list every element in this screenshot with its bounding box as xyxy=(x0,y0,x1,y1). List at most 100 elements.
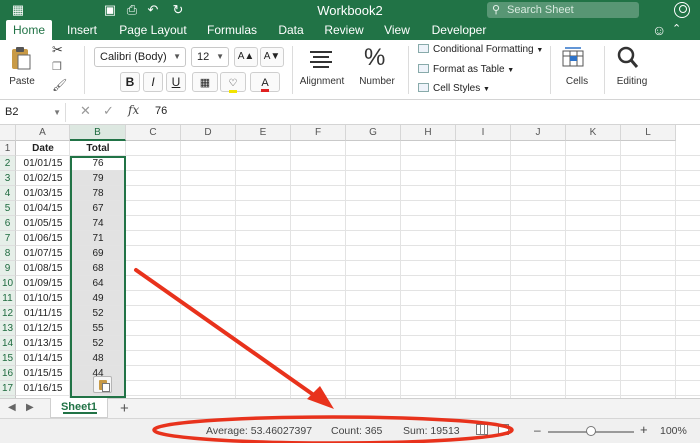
column-header-b[interactable]: B xyxy=(70,125,126,141)
tab-formulas[interactable]: Formulas xyxy=(203,20,261,40)
cells-label[interactable]: Cells xyxy=(560,76,594,87)
row-header[interactable]: 5 xyxy=(0,201,16,216)
row-header[interactable]: 6 xyxy=(0,216,16,231)
cell-a[interactable]: 01/06/15 xyxy=(16,231,70,246)
cell-b[interactable]: Total xyxy=(70,141,126,156)
row-header[interactable]: 8 xyxy=(0,246,16,261)
row-header[interactable]: 13 xyxy=(0,321,16,336)
sheet-tab[interactable]: Sheet1 xyxy=(50,398,108,418)
user-icon[interactable] xyxy=(674,2,690,18)
tab-developer[interactable]: Developer xyxy=(426,20,492,40)
column-header-f[interactable]: F xyxy=(291,125,346,141)
paste-options-icon[interactable] xyxy=(93,376,112,393)
cut-icon[interactable]: ✂ xyxy=(52,42,63,58)
page-layout-view-icon[interactable] xyxy=(498,424,509,435)
format-painter-icon[interactable]: 🖌 xyxy=(52,78,67,92)
alignment-icon[interactable] xyxy=(310,50,332,68)
row-header[interactable]: 4 xyxy=(0,186,16,201)
cell-a[interactable]: 01/08/15 xyxy=(16,261,70,276)
fill-color-button[interactable]: ♡ xyxy=(220,72,246,93)
row-header[interactable]: 7 xyxy=(0,231,16,246)
spreadsheet-grid[interactable]: Date Total 01/01/15 76 01/02/15 79 01/03/15 78 0… xyxy=(0,125,700,398)
editing-label[interactable]: Editing xyxy=(612,76,652,87)
conditional-formatting-button[interactable]: Conditional Formatting ▼ xyxy=(418,44,543,55)
cell-a[interactable]: 01/03/15 xyxy=(16,186,70,201)
cell-a[interactable]: Date xyxy=(16,141,70,156)
cell-a[interactable]: 01/13/15 xyxy=(16,336,70,351)
column-header-j[interactable]: J xyxy=(511,125,566,141)
zoom-in-icon[interactable]: + xyxy=(640,422,648,437)
tab-review[interactable]: Review xyxy=(320,20,368,40)
smiley-icon[interactable]: ☺ xyxy=(652,22,666,38)
tab-data[interactable]: Data xyxy=(274,20,308,40)
row-header[interactable]: 16 xyxy=(0,366,16,381)
column-header-g[interactable]: G xyxy=(346,125,401,141)
cancel-icon[interactable]: ✕ xyxy=(80,103,91,119)
add-sheet-icon[interactable]: + xyxy=(120,400,129,417)
row-header[interactable]: 12 xyxy=(0,306,16,321)
collapse-ribbon-icon[interactable]: ⌃ xyxy=(672,22,681,35)
underline-button[interactable]: U xyxy=(166,72,186,92)
column-header-d[interactable]: D xyxy=(181,125,236,141)
cell-a[interactable]: 01/10/15 xyxy=(16,291,70,306)
format-as-table-button[interactable]: Format as Table ▼ xyxy=(418,64,514,75)
column-header-k[interactable]: K xyxy=(566,125,621,141)
next-sheet-icon[interactable]: ▶ xyxy=(26,402,34,413)
percent-icon[interactable]: % xyxy=(364,44,385,72)
italic-button[interactable]: I xyxy=(143,72,163,92)
column-header-h[interactable]: H xyxy=(401,125,456,141)
column-header-a[interactable]: A xyxy=(16,125,70,141)
shrink-font-button[interactable]: A▼ xyxy=(260,47,284,67)
row-header[interactable]: 17 xyxy=(0,381,16,396)
zoom-slider-handle[interactable] xyxy=(586,426,596,436)
row-header[interactable]: 3 xyxy=(0,171,16,186)
cell-a[interactable]: 01/09/15 xyxy=(16,276,70,291)
grow-font-button[interactable]: A▲ xyxy=(234,47,258,67)
cell-styles-button[interactable]: Cell Styles ▼ xyxy=(418,83,490,94)
column-header-l[interactable]: L xyxy=(621,125,676,141)
paste-icon[interactable] xyxy=(10,46,32,72)
cell-a[interactable]: 01/15/15 xyxy=(16,366,70,381)
normal-view-icon[interactable] xyxy=(476,424,488,435)
search-box[interactable]: ⚲ Search Sheet xyxy=(487,2,639,18)
row-header[interactable]: 11 xyxy=(0,291,16,306)
cell-a[interactable]: 01/12/15 xyxy=(16,321,70,336)
bold-button[interactable]: B xyxy=(120,72,140,92)
zoom-out-icon[interactable]: – xyxy=(534,423,541,437)
borders-button[interactable]: ▦ xyxy=(192,72,218,92)
confirm-icon[interactable]: ✓ xyxy=(103,103,114,119)
copy-icon[interactable]: ❐ xyxy=(52,60,62,73)
cell-a[interactable]: 01/04/15 xyxy=(16,201,70,216)
cell-a[interactable]: 01/14/15 xyxy=(16,351,70,366)
prev-sheet-icon[interactable]: ◀ xyxy=(8,402,16,413)
tab-home[interactable]: Home xyxy=(6,20,52,40)
name-box[interactable]: B2 ▼ xyxy=(0,103,66,122)
row-header[interactable]: 14 xyxy=(0,336,16,351)
cell-a[interactable]: 01/16/15 xyxy=(16,381,70,396)
cell-a[interactable]: 01/11/15 xyxy=(16,306,70,321)
function-icon[interactable]: fx xyxy=(128,103,139,117)
font-color-button[interactable]: A xyxy=(250,72,280,92)
number-label[interactable]: Number xyxy=(356,76,398,87)
tab-view[interactable]: View xyxy=(380,20,414,40)
cell-a[interactable]: 01/02/15 xyxy=(16,171,70,186)
font-size-dropdown[interactable]: 12 ▼ xyxy=(191,47,229,67)
paste-label[interactable]: Paste xyxy=(6,76,38,87)
select-all-corner[interactable] xyxy=(0,125,16,141)
cell-a[interactable]: 01/01/15 xyxy=(16,156,70,171)
tab-insert[interactable]: Insert xyxy=(62,20,102,40)
formula-input[interactable]: 76 xyxy=(155,105,167,117)
row-header[interactable]: 2 xyxy=(0,156,16,171)
column-header-c[interactable]: C xyxy=(126,125,181,141)
row-header[interactable]: 15 xyxy=(0,351,16,366)
font-name-dropdown[interactable]: Calibri (Body) ▼ xyxy=(94,47,186,67)
column-header-i[interactable]: I xyxy=(456,125,511,141)
alignment-label[interactable]: Alignment xyxy=(298,76,346,87)
tab-page-layout[interactable]: Page Layout xyxy=(116,20,190,40)
magnifier-icon[interactable] xyxy=(617,46,639,70)
cell-a[interactable]: 01/07/15 xyxy=(16,246,70,261)
column-header-e[interactable]: E xyxy=(236,125,291,141)
cells-icon[interactable] xyxy=(562,46,584,68)
cell-a[interactable]: 01/05/15 xyxy=(16,216,70,231)
row-header[interactable]: 9 xyxy=(0,261,16,276)
